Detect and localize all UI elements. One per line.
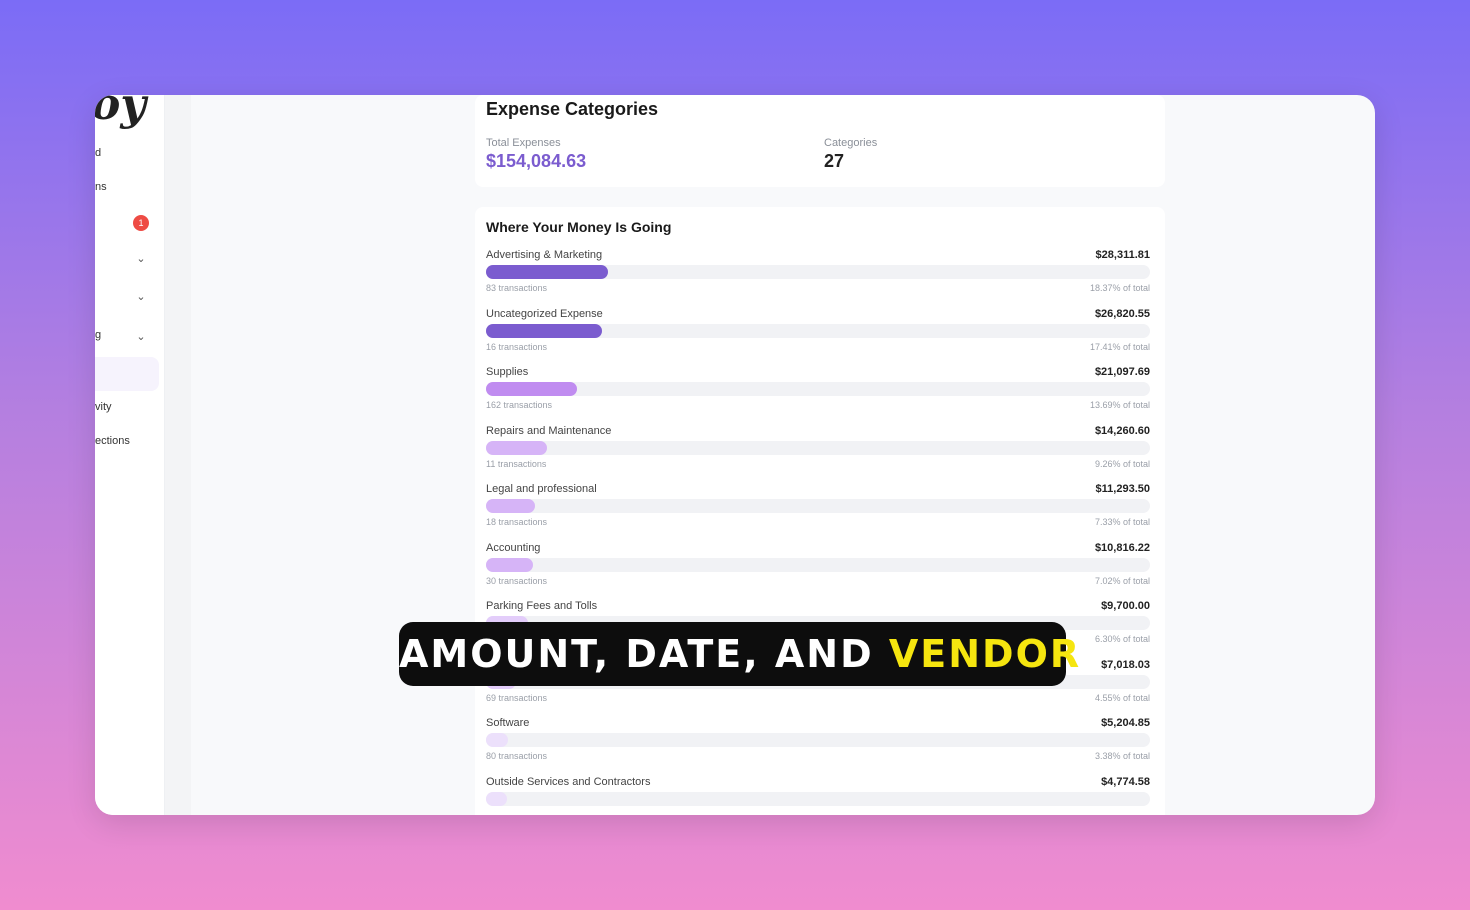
- category-bar-fill: [486, 733, 509, 747]
- category-row[interactable]: Advertising & Marketing $28,311.81 83 tran…: [486, 249, 1150, 307]
- sidebar-item-label: ections: [95, 435, 130, 447]
- category-percent: 4.55% of total: [1094, 692, 1150, 703]
- category-name: Outside Services and Contractors: [486, 775, 651, 788]
- notification-badge: 1: [133, 215, 149, 231]
- category-amount: $14,260.60: [1094, 424, 1150, 437]
- sidebar-item-label: ns: [95, 181, 107, 193]
- content-gutter: [165, 95, 191, 815]
- category-transactions: 83 transactions: [486, 283, 548, 293]
- category-name: Accounting: [486, 541, 541, 554]
- category-name: Legal and professional: [486, 483, 597, 495]
- sidebar-item-1[interactable]: ns: [95, 181, 159, 197]
- category-bar-fill: [486, 791, 507, 806]
- category-bar-track: [486, 557, 1150, 572]
- category-bar-fill: [486, 382, 577, 396]
- sidebar-item-4[interactable]: ⌄: [95, 289, 159, 305]
- categories-count: 27: [824, 151, 845, 171]
- category-bar-fill: [486, 323, 602, 338]
- category-bar-fill: [486, 265, 608, 279]
- category-percent: 18.37% of total: [1089, 283, 1150, 293]
- sidebar: oy d ns 1 ⌄ ⌄ g ⌄ vity ections: [95, 95, 165, 815]
- chevron-down-icon[interactable]: ⌄: [135, 291, 147, 303]
- category-transactions: 11 transactions: [486, 458, 547, 469]
- category-amount: $7,018.03: [1101, 658, 1150, 671]
- category-row[interactable]: Repairs and Maintenance $14,260.60 11 tran…: [486, 425, 1150, 483]
- category-bar-track: [486, 382, 1150, 396]
- category-row[interactable]: Legal and professional $11,293.50 18 trans…: [486, 483, 1150, 541]
- category-bar-track: [486, 265, 1150, 279]
- category-amount: $26,820.55: [1094, 307, 1150, 320]
- category-name: Parking Fees and Tolls: [486, 600, 598, 612]
- category-bar-track: [486, 791, 1150, 806]
- sidebar-item-6[interactable]: [95, 365, 159, 381]
- category-name: Advertising & Marketing: [486, 249, 603, 261]
- category-percent: 7.02% of total: [1094, 575, 1150, 586]
- category-bar-track: [486, 733, 1150, 747]
- category-bar-fill: [486, 557, 533, 572]
- category-percent: 6.30% of total: [1094, 634, 1150, 644]
- category-amount: $28,311.81: [1095, 249, 1150, 261]
- category-name: Software: [486, 717, 530, 729]
- category-percent: 7.33% of total: [1094, 517, 1150, 527]
- category-transactions: 80 transactions: [486, 751, 548, 761]
- category-transactions: 18 transactions: [486, 517, 548, 527]
- category-amount: $10,816.22: [1094, 541, 1150, 554]
- category-transactions: 30 transactions: [486, 575, 548, 586]
- video-caption: AMOUNT, DATE, AND VENDOR: [399, 622, 1079, 686]
- category-amount: $5,204.85: [1101, 717, 1150, 729]
- category-percent: 3.38% of total: [1094, 751, 1150, 761]
- category-amount: $11,293.50: [1095, 483, 1150, 495]
- chevron-down-icon[interactable]: ⌄: [135, 253, 147, 265]
- category-amount: $4,774.58: [1101, 775, 1150, 788]
- app-logo: oy: [95, 95, 146, 130]
- category-bar-track: [486, 323, 1150, 338]
- sidebar-item-label: g: [95, 329, 102, 341]
- sidebar-item-5[interactable]: g ⌄: [95, 329, 159, 345]
- category-transactions: 69 transactions: [486, 692, 548, 703]
- sidebar-item-7[interactable]: vity: [95, 401, 159, 417]
- breakdown-title: Where Your Money Is Going: [486, 219, 672, 235]
- category-row[interactable]: Uncategorized Expense $26,820.55 16 transa…: [486, 308, 1150, 366]
- chevron-down-icon[interactable]: ⌄: [135, 331, 147, 343]
- category-percent: 9.26% of total: [1094, 458, 1150, 469]
- category-bar-fill: [486, 499, 535, 513]
- category-row[interactable]: Software $5,204.85 80 transactions 3.38% of…: [486, 717, 1150, 775]
- sidebar-item-label: d: [95, 147, 102, 159]
- caption-text: AMOUNT, DATE, AND: [399, 632, 889, 676]
- category-percent: 17.41% of total: [1089, 341, 1150, 352]
- total-expenses-label: Total Expenses: [486, 137, 561, 149]
- category-row[interactable]: Accounting $10,816.22 30 transactions 7.02%…: [486, 542, 1150, 600]
- categories-label: Categories: [824, 137, 878, 149]
- category-row[interactable]: Supplies $21,097.69 162 transactions 13.69%…: [486, 366, 1150, 424]
- category-bar-track: [486, 440, 1150, 455]
- category-row[interactable]: Outside Services and Contractors $4,774.5…: [486, 776, 1150, 816]
- expense-summary-card: Expense Categories Total Expenses $154,0…: [475, 95, 1165, 187]
- total-expenses-value: $154,084.63: [486, 151, 587, 171]
- category-percent: 13.69% of total: [1089, 400, 1150, 410]
- category-bar-track: [486, 499, 1150, 513]
- category-name: Uncategorized Expense: [486, 307, 603, 320]
- caption-highlight: VENDOR: [888, 632, 1082, 676]
- sidebar-item-3[interactable]: ⌄: [95, 251, 159, 267]
- category-breakdown-card: Where Your Money Is Going Advertising & …: [475, 207, 1165, 815]
- sidebar-item-2[interactable]: 1: [95, 215, 159, 231]
- sidebar-item-8[interactable]: ections: [95, 435, 159, 451]
- category-amount: $9,700.00: [1101, 600, 1150, 612]
- sidebar-item-label: vity: [95, 401, 112, 413]
- category-transactions: 162 transactions: [486, 400, 553, 410]
- category-name: Repairs and Maintenance: [486, 424, 612, 437]
- category-bar-fill: [486, 440, 548, 455]
- category-amount: $21,097.69: [1094, 366, 1150, 378]
- app-window: oy d ns 1 ⌄ ⌄ g ⌄ vity ections Expense Categorie…: [95, 95, 1375, 815]
- category-name: Supplies: [486, 366, 529, 378]
- page-title: Expense Categories: [486, 99, 659, 119]
- category-transactions: 16 transactions: [486, 341, 548, 352]
- sidebar-item-0[interactable]: d: [95, 147, 159, 163]
